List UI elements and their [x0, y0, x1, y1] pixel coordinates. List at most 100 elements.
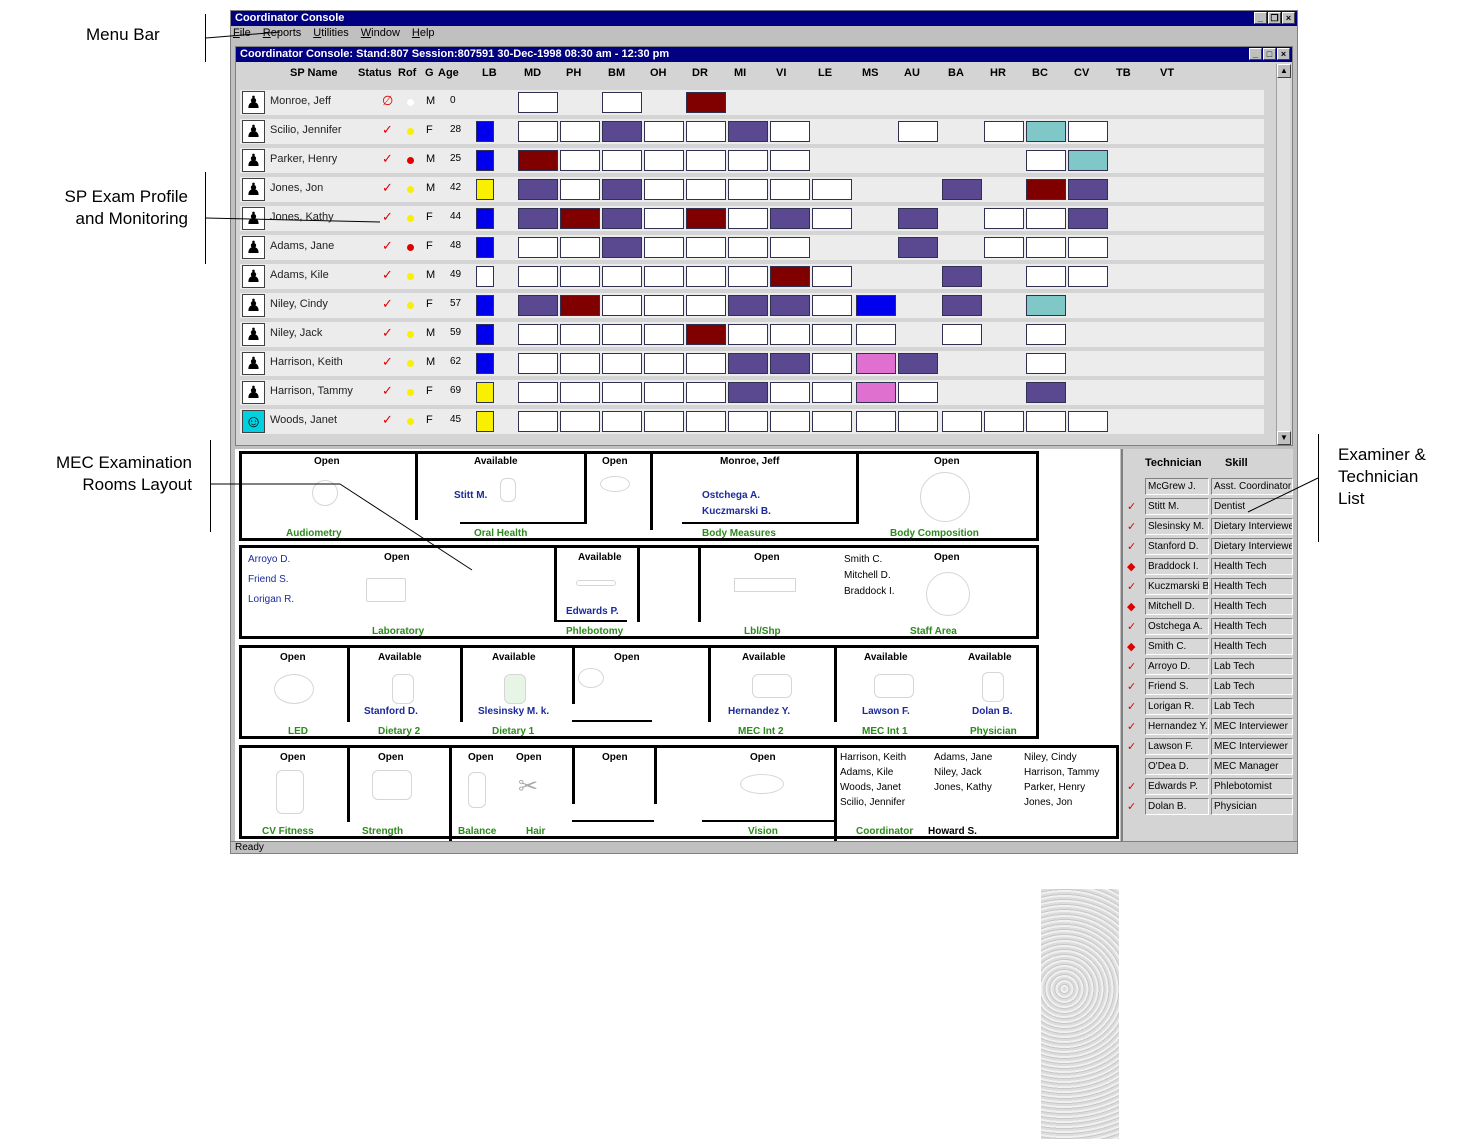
- sp-name[interactable]: Scilio, Jennifer: [270, 124, 366, 140]
- room-dietary2-staff[interactable]: Stanford D.: [364, 706, 418, 717]
- col-le[interactable]: LE: [818, 67, 832, 79]
- exam-cell-bm[interactable]: [602, 208, 642, 229]
- exam-cell-bm[interactable]: [602, 179, 642, 200]
- col-dr[interactable]: DR: [692, 67, 708, 79]
- exam-cell-ph[interactable]: [560, 150, 600, 171]
- exam-cell-mi[interactable]: [728, 353, 768, 374]
- exam-cell-vi[interactable]: [770, 266, 810, 287]
- room-hair-label[interactable]: Hair: [526, 826, 545, 837]
- child-maximize-button[interactable]: □: [1263, 48, 1276, 60]
- exam-cell-au[interactable]: [898, 208, 938, 229]
- exam-cell-lb[interactable]: [476, 179, 494, 200]
- technician-skill[interactable]: Physician: [1211, 798, 1293, 815]
- exam-cell-ms[interactable]: [856, 353, 896, 374]
- exam-cell-cv[interactable]: [1068, 237, 1108, 258]
- exam-cell-cv[interactable]: [1068, 411, 1108, 432]
- exam-cell-bc[interactable]: [1026, 121, 1066, 142]
- coordinator-sp-name[interactable]: Woods, Janet: [840, 782, 901, 793]
- exam-cell-cv[interactable]: [1068, 121, 1108, 142]
- exam-cell-bc[interactable]: [1026, 324, 1066, 345]
- room-mec-int2-label[interactable]: MEC Int 2: [738, 726, 784, 737]
- technician-name[interactable]: Braddock I.: [1145, 558, 1209, 575]
- exam-cell-md[interactable]: [518, 411, 558, 432]
- exam-cell-dr[interactable]: [686, 150, 726, 171]
- sp-name[interactable]: Jones, Kathy: [270, 211, 366, 227]
- exam-cell-lb[interactable]: [476, 266, 494, 287]
- menu-window[interactable]: Window: [361, 26, 400, 40]
- technician-name[interactable]: Kuczmarski B.: [1145, 578, 1209, 595]
- technician-name[interactable]: Lorigan R.: [1145, 698, 1209, 715]
- sp-name[interactable]: Niley, Cindy: [270, 298, 366, 314]
- room-mec-int1-label[interactable]: MEC Int 1: [862, 726, 908, 737]
- exam-cell-bc[interactable]: [1026, 382, 1066, 403]
- staff-area-person-1[interactable]: Smith C.: [844, 554, 882, 565]
- exam-cell-oh[interactable]: [644, 353, 684, 374]
- technician-skill[interactable]: Dietary Interviewer: [1211, 518, 1293, 535]
- sp-list-scrollbar[interactable]: ▲ ▼: [1276, 64, 1291, 445]
- sp-row[interactable]: ♟ Jones, Jon ✓ M 42: [240, 177, 1264, 202]
- menu-reports[interactable]: Reports: [263, 26, 302, 40]
- technician-skill[interactable]: Health Tech: [1211, 598, 1293, 615]
- exam-cell-ms[interactable]: [856, 295, 896, 316]
- room-body-measures-staff1[interactable]: Ostchega A.: [702, 490, 760, 501]
- person-icon[interactable]: ♟: [242, 149, 265, 172]
- scroll-up-arrow[interactable]: ▲: [1277, 64, 1291, 78]
- exam-cell-lb[interactable]: [476, 324, 494, 345]
- exam-cell-ba[interactable]: [942, 179, 982, 200]
- exam-cell-dr[interactable]: [686, 353, 726, 374]
- col-status[interactable]: Status: [358, 67, 392, 79]
- exam-cell-hr[interactable]: [984, 237, 1024, 258]
- sp-row[interactable]: ♟ Niley, Cindy ✓ F 57: [240, 293, 1264, 318]
- exam-cell-lb[interactable]: [476, 382, 494, 403]
- coordinator-sp-name[interactable]: Adams, Kile: [840, 767, 893, 778]
- exam-cell-vi[interactable]: [770, 382, 810, 403]
- room-phlebotomy-staff[interactable]: Edwards P.: [566, 606, 619, 617]
- exam-cell-oh[interactable]: [644, 295, 684, 316]
- exam-cell-ph[interactable]: [560, 208, 600, 229]
- sp-name[interactable]: Harrison, Keith: [270, 356, 366, 372]
- col-age[interactable]: Age: [438, 67, 459, 79]
- exam-cell-md[interactable]: [518, 295, 558, 316]
- exam-cell-le[interactable]: [812, 295, 852, 316]
- room-dietary1-staff[interactable]: Slesinsky M. k.: [478, 706, 549, 717]
- exam-cell-lb[interactable]: [476, 411, 494, 432]
- room-dietary2-label[interactable]: Dietary 2: [378, 726, 420, 737]
- coordinator-sp-name[interactable]: Scilio, Jennifer: [840, 797, 905, 808]
- room-coordinator-staff[interactable]: Howard S.: [928, 826, 977, 837]
- technician-name[interactable]: Smith C.: [1145, 638, 1209, 655]
- technician-row[interactable]: ✓ Kuczmarski B. Health Tech: [1127, 577, 1293, 597]
- technician-row[interactable]: ◆ Braddock I. Health Tech: [1127, 557, 1293, 577]
- exam-cell-ph[interactable]: [560, 353, 600, 374]
- room-phlebotomy-label[interactable]: Phlebotomy: [566, 626, 623, 637]
- exam-cell-lb[interactable]: [476, 121, 494, 142]
- exam-cell-md[interactable]: [518, 92, 558, 113]
- exam-cell-dr[interactable]: [686, 324, 726, 345]
- exam-cell-mi[interactable]: [728, 179, 768, 200]
- technician-skill[interactable]: Dietary Interviewer: [1211, 538, 1293, 555]
- exam-cell-oh[interactable]: [644, 237, 684, 258]
- exam-cell-bc[interactable]: [1026, 179, 1066, 200]
- coordinator-sp-name[interactable]: Jones, Kathy: [934, 782, 992, 793]
- room-body-comp-label[interactable]: Body Composition: [890, 528, 979, 539]
- technician-row[interactable]: ✓ Edwards P. Phlebotomist: [1127, 777, 1293, 797]
- exam-cell-bm[interactable]: [602, 411, 642, 432]
- technician-name[interactable]: O'Dea D.: [1145, 758, 1209, 775]
- technician-name[interactable]: Mitchell D.: [1145, 598, 1209, 615]
- sp-name[interactable]: Woods, Janet: [270, 414, 366, 430]
- exam-cell-bm[interactable]: [602, 237, 642, 258]
- technician-row[interactable]: ✓ Lorigan R. Lab Tech: [1127, 697, 1293, 717]
- col-au[interactable]: AU: [904, 67, 920, 79]
- exam-cell-au[interactable]: [898, 121, 938, 142]
- exam-cell-bm[interactable]: [602, 150, 642, 171]
- technician-skill[interactable]: MEC Manager: [1211, 758, 1293, 775]
- exam-cell-au[interactable]: [898, 353, 938, 374]
- exam-cell-vi[interactable]: [770, 295, 810, 316]
- scroll-down-arrow[interactable]: ▼: [1277, 431, 1291, 445]
- exam-cell-cv[interactable]: [1068, 266, 1108, 287]
- exam-cell-le[interactable]: [812, 208, 852, 229]
- exam-cell-oh[interactable]: [644, 382, 684, 403]
- lab-staff-3[interactable]: Lorigan R.: [248, 594, 294, 605]
- room-mec-int1-staff[interactable]: Lawson F.: [862, 706, 910, 717]
- exam-cell-cv[interactable]: [1068, 150, 1108, 171]
- room-physician-label[interactable]: Physician: [970, 726, 1017, 737]
